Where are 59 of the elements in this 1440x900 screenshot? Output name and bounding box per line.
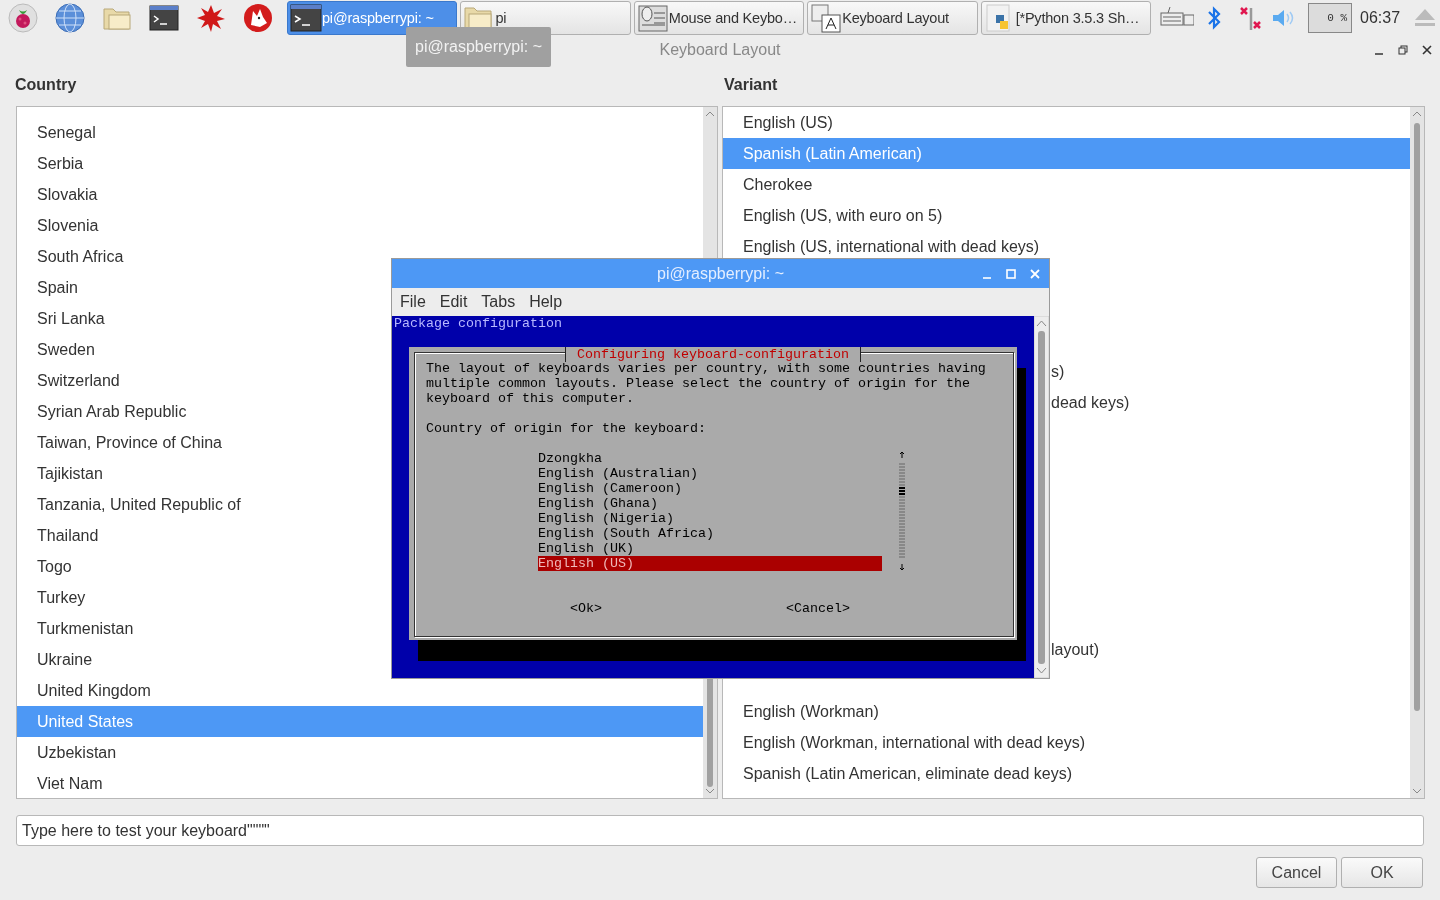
- keyboard-icon: [810, 3, 843, 33]
- list-item[interactable]: Senegal: [17, 117, 703, 148]
- list-item[interactable]: Uzbekistan: [17, 737, 703, 768]
- list-heading: Variant: [724, 75, 779, 95]
- menu-item[interactable]: Tabs: [481, 293, 516, 311]
- terminal-icon[interactable]: [149, 3, 179, 33]
- option-item[interactable]: English (US): [538, 556, 882, 571]
- tooltip: pi@raspberrypi: ~: [406, 27, 551, 67]
- option-item[interactable]: English (Ghana): [538, 496, 882, 511]
- close-icon[interactable]: [1420, 43, 1434, 57]
- terminal-text: Package configuration: [394, 316, 562, 331]
- mouse-keyboard-icon: [636, 3, 669, 33]
- list-item[interactable]: United Kingdom: [17, 675, 703, 706]
- list-item[interactable]: English (US): [723, 107, 1410, 138]
- raspberry-icon[interactable]: [8, 3, 38, 33]
- star-burst-icon[interactable]: [196, 3, 226, 33]
- list-item[interactable]: Viet Nam: [17, 768, 703, 798]
- option-item[interactable]: English (Australian): [538, 466, 882, 481]
- list-item[interactable]: English (US, international with dead keys): [723, 231, 1410, 262]
- scroll-indicator-icon: [897, 451, 907, 571]
- list-item[interactable]: Spanish (Latin American, eliminate dead keys): [723, 758, 1410, 789]
- menu-item[interactable]: Help: [529, 293, 563, 311]
- window-title: Keyboard Layout: [659, 41, 781, 59]
- option-item[interactable]: English (South Africa): [538, 526, 882, 541]
- dialog-button[interactable]: OK: [1341, 857, 1423, 888]
- menu-item[interactable]: Edit: [439, 293, 468, 311]
- dialog-button[interactable]: <Ok>: [570, 601, 602, 616]
- maximize-icon[interactable]: [1005, 268, 1017, 280]
- dialog-message: The layout of keyboards varies per country, with some countries having multiple common layouts. Please select the country of origin for the keyboard of this computer.: [426, 361, 987, 406]
- list-heading: Country: [15, 75, 78, 95]
- maximize-icon[interactable]: [1396, 43, 1410, 57]
- dialog-title: Configuring keyboard-configuration: [565, 347, 861, 362]
- list-item[interactable]: Slovakia: [17, 179, 703, 210]
- taskbar-button[interactable]: Keyboard Layout: [807, 1, 978, 35]
- list-item[interactable]: Cherokee: [723, 169, 1410, 200]
- option-item[interactable]: English (UK): [538, 541, 882, 556]
- list-item[interactable]: English (Workman, international with dead keys): [723, 727, 1410, 758]
- list-item[interactable]: English (Workman): [723, 696, 1410, 727]
- list-item[interactable]: English (US, with euro on 5): [723, 200, 1410, 231]
- globe-icon[interactable]: [55, 3, 85, 33]
- scrollbar[interactable]: [1410, 107, 1424, 798]
- taskbar-button[interactable]: [*Python 3.5.3 Sh…: [980, 1, 1152, 35]
- list-item[interactable]: Slovenia: [17, 210, 703, 241]
- window-title: pi@raspberrypi: ~: [657, 264, 784, 283]
- option-item[interactable]: Dzongkha: [538, 451, 882, 466]
- text-field[interactable]: Type here to test your keyboard"""": [16, 815, 1424, 846]
- scrollbar[interactable]: [1034, 316, 1049, 678]
- wolf-icon[interactable]: [243, 3, 273, 33]
- terminal-icon: [290, 3, 322, 33]
- taskbar-button[interactable]: Mouse and Keybo…: [633, 1, 805, 35]
- dialog-button[interactable]: Cancel: [1256, 857, 1337, 888]
- menu-item[interactable]: File: [400, 293, 426, 311]
- dialog-prompt: Country of origin for the keyboard:: [426, 421, 707, 436]
- option-item[interactable]: English (Cameroon): [538, 481, 882, 496]
- option-item[interactable]: English (Nigeria): [538, 511, 882, 526]
- clock[interactable]: 06:37: [1360, 9, 1411, 27]
- dialog-button[interactable]: <Cancel>: [786, 601, 850, 616]
- list-item[interactable]: Serbia: [17, 148, 703, 179]
- cpu-meter[interactable]: 0 %: [1308, 3, 1353, 33]
